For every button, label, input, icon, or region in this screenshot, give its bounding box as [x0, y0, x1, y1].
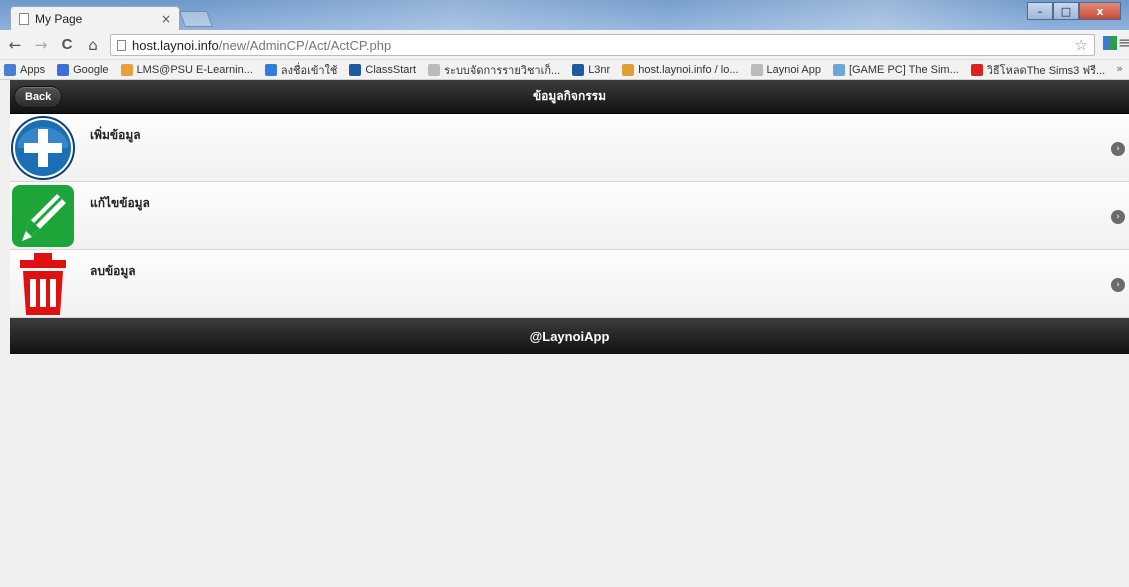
page-header: Back ข้อมูลกิจกรรม — [10, 80, 1129, 114]
browser-tab[interactable]: My Page × — [10, 6, 180, 30]
bookmark-icon — [622, 63, 635, 76]
add-icon — [11, 116, 75, 180]
reload-icon[interactable]: C — [56, 34, 78, 56]
chrome-menu-icon[interactable]: ≡ — [1118, 33, 1129, 52]
list-item-label: ลบข้อมูล — [90, 264, 136, 278]
document-icon — [117, 39, 126, 51]
bookmark-item[interactable]: Apps — [4, 63, 46, 76]
edit-icon — [12, 185, 74, 247]
bookmark-icon — [57, 63, 70, 76]
new-tab-button[interactable] — [179, 11, 213, 27]
page-icon — [19, 12, 29, 25]
url-path: /new/AdminCP/Act/ActCP.php — [218, 37, 392, 53]
back-button[interactable]: Back — [14, 86, 63, 108]
bookmark-label: ClassStart — [365, 63, 417, 76]
bookmark-item[interactable]: ลงชื่อเข้าใช้ — [264, 61, 338, 79]
list-item-label: เพิ่มข้อมูล — [90, 128, 141, 142]
titlebar-background — [200, 0, 1050, 30]
trash-icon — [20, 253, 66, 315]
page-title: ข้อมูลกิจกรรม — [532, 89, 607, 103]
bookmark-icon — [970, 63, 983, 76]
bookmark-item[interactable]: ระบบจัดการรายวิชาเก็... — [428, 61, 560, 79]
bookmarks-more-icon[interactable]: » — [1116, 62, 1123, 75]
browser-titlebar: My Page × – □ x — [0, 0, 1129, 30]
bookmark-label: host.laynoi.info / lo... — [638, 63, 739, 76]
bookmark-label: วิธีโหลดThe Sims3 ฟรี... — [986, 64, 1106, 77]
page-content: Back ข้อมูลกิจกรรม เพิ่มข้อมูล › แก้ไขข้… — [0, 80, 1129, 587]
chevron-right-icon: › — [1111, 142, 1125, 156]
bookmarks-bar: Apps Google LMS@PSU E-Learnin... ลงชื่อเข้า… — [0, 60, 1129, 80]
bookmark-icon — [832, 63, 845, 76]
bookmark-label: Laynoi App — [766, 63, 821, 76]
bookmark-icon — [264, 63, 277, 76]
bookmark-icon — [572, 63, 585, 76]
back-arrow-icon[interactable]: ← — [4, 34, 26, 56]
bookmark-item[interactable]: [GAME PC] The Sim... — [832, 63, 959, 76]
list-item-delete[interactable]: ลบข้อมูล › — [10, 250, 1129, 318]
bookmark-label: LMS@PSU E-Learnin... — [136, 63, 253, 76]
bookmark-label: ลงชื่อเข้าใช้ — [280, 64, 338, 77]
close-window-button[interactable]: x — [1079, 2, 1121, 20]
footer-text: @LaynoiApp — [529, 328, 610, 344]
chevron-right-icon: › — [1111, 278, 1125, 292]
tab-title: My Page — [35, 11, 83, 26]
address-bar[interactable]: host.laynoi.info /new/AdminCP/Act/ActCP.… — [110, 34, 1095, 56]
bookmark-label: [GAME PC] The Sim... — [848, 63, 959, 76]
bookmark-item[interactable]: Google — [57, 63, 109, 76]
bookmark-item[interactable]: ClassStart — [349, 63, 417, 76]
bookmark-label: L3nr — [588, 63, 611, 76]
forward-arrow-icon[interactable]: → — [30, 34, 52, 56]
list-item-label: แก้ไขข้อมูล — [90, 196, 150, 210]
bookmark-item[interactable]: วิธีโหลดThe Sims3 ฟรี... — [970, 61, 1106, 79]
list-item-add[interactable]: เพิ่มข้อมูล › — [10, 114, 1129, 182]
chevron-right-icon: › — [1111, 210, 1125, 224]
bookmark-icon — [4, 63, 16, 76]
bookmark-icon — [750, 63, 763, 76]
home-icon[interactable]: ⌂ — [82, 34, 104, 56]
url-host: host.laynoi.info — [132, 37, 219, 53]
bookmark-label: ระบบจัดการรายวิชาเก็... — [444, 64, 561, 77]
bookmark-item[interactable]: L3nr — [572, 63, 611, 76]
page-footer: @LaynoiApp — [10, 318, 1129, 354]
browser-toolbar: ← → C ⌂ host.laynoi.info /new/AdminCP/Ac… — [0, 30, 1129, 60]
bookmark-label: Google — [73, 63, 109, 76]
bookmark-item[interactable]: LMS@PSU E-Learnin... — [120, 63, 253, 76]
bookmark-item[interactable]: host.laynoi.info / lo... — [622, 63, 739, 76]
maximize-button[interactable]: □ — [1053, 2, 1079, 20]
bookmark-icon — [349, 63, 362, 76]
list-item-edit[interactable]: แก้ไขข้อมูล › — [10, 182, 1129, 250]
bookmark-icon — [120, 63, 133, 76]
extension-icon[interactable] — [1103, 36, 1117, 50]
action-list: เพิ่มข้อมูล › แก้ไขข้อมูล › ลบข้อมูล › — [10, 114, 1129, 318]
minimize-button[interactable]: – — [1027, 2, 1053, 20]
bookmark-item[interactable]: Laynoi App — [750, 63, 821, 76]
bookmark-label: Apps — [20, 63, 46, 76]
tab-close-icon[interactable]: × — [161, 12, 171, 26]
bookmark-star-icon[interactable]: ☆ — [1075, 36, 1088, 54]
bookmark-icon — [428, 63, 441, 76]
window-controls: – □ x — [1027, 2, 1121, 20]
